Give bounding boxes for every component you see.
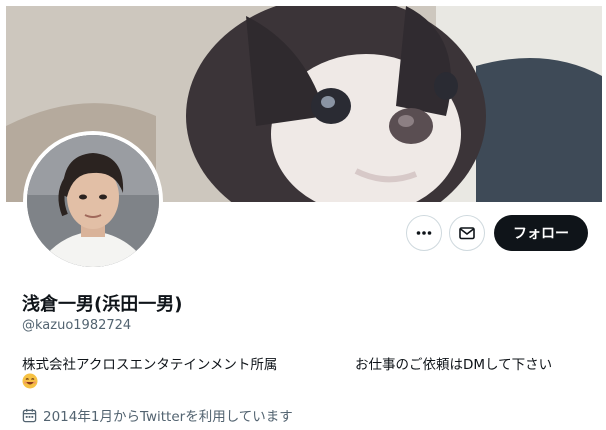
bio-contact: お仕事のご依頼はDMして下さい <box>355 357 553 373</box>
envelope-icon <box>459 227 475 240</box>
smiling-face-emoji <box>22 373 38 389</box>
avatar-photo <box>27 135 159 267</box>
follow-button[interactable]: フォロー <box>494 215 588 251</box>
bio-company: 株式会社アクロスエンタテインメント所属 <box>22 357 278 373</box>
message-button[interactable] <box>449 215 485 251</box>
avatar-frame[interactable] <box>23 131 163 271</box>
avatar[interactable] <box>27 135 159 267</box>
joined-date: 2014年1月からTwitterを利用しています <box>22 405 293 425</box>
joined-text: 2014年1月からTwitterを利用しています <box>43 409 293 425</box>
user-handle: @kazuo1982724 <box>22 318 132 333</box>
display-name: 浅倉一男(浜田一男) <box>22 294 183 315</box>
more-button[interactable] <box>406 215 442 251</box>
more-icon <box>416 231 432 235</box>
calendar-icon <box>22 408 37 422</box>
